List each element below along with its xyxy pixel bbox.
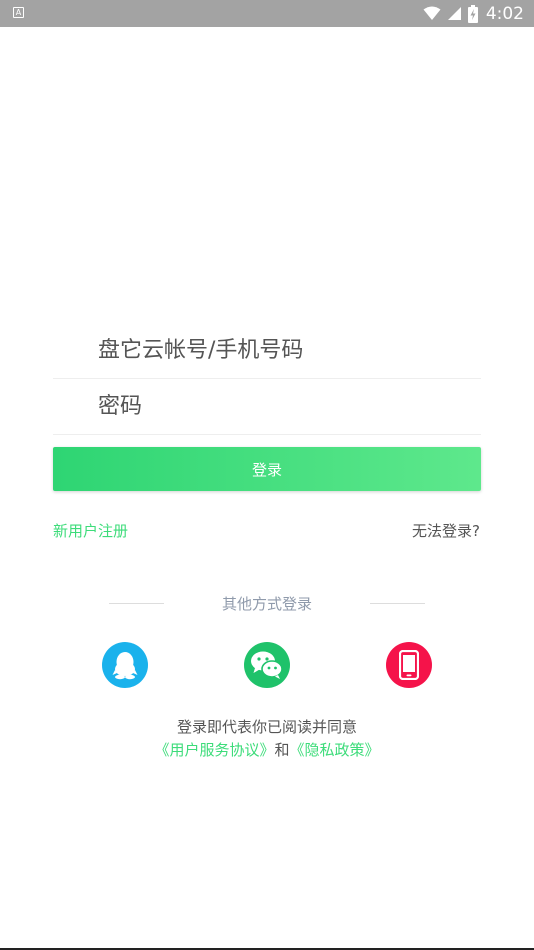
app-notification-icon: A <box>13 7 24 18</box>
agreement-links: 《用户服务协议》和《隐私政策》 <box>0 739 534 760</box>
status-right-group: 4:02 <box>423 0 524 27</box>
wifi-icon <box>423 6 441 20</box>
status-bar: A 4:02 <box>0 0 534 27</box>
cellular-signal-icon <box>447 7 461 20</box>
agreement-and-text: 和 <box>274 741 290 759</box>
wechat-icon <box>251 651 283 679</box>
qq-login-button[interactable] <box>102 642 148 688</box>
cant-login-link[interactable]: 无法登录? <box>412 520 480 541</box>
status-time: 4:02 <box>485 3 524 24</box>
battery-charging-icon <box>467 4 478 23</box>
user-agreement-link[interactable]: 《用户服务协议》 <box>154 741 274 759</box>
qq-penguin-icon <box>112 652 138 680</box>
login-button[interactable]: 登录 <box>53 447 481 491</box>
register-link[interactable]: 新用户注册 <box>53 520 128 541</box>
other-login-label: 其他方式登录 <box>221 595 312 613</box>
phone-login-button[interactable] <box>386 642 432 688</box>
account-field <box>53 323 481 379</box>
account-input[interactable] <box>98 323 468 377</box>
privacy-policy-link[interactable]: 《隐私政策》 <box>290 741 380 759</box>
wechat-login-button[interactable] <box>244 642 290 688</box>
password-input[interactable] <box>98 379 468 433</box>
divider-right <box>370 603 425 604</box>
password-field <box>53 379 481 435</box>
mobile-phone-icon <box>399 650 419 680</box>
agreement-text: 登录即代表你已阅读并同意 <box>176 718 357 736</box>
